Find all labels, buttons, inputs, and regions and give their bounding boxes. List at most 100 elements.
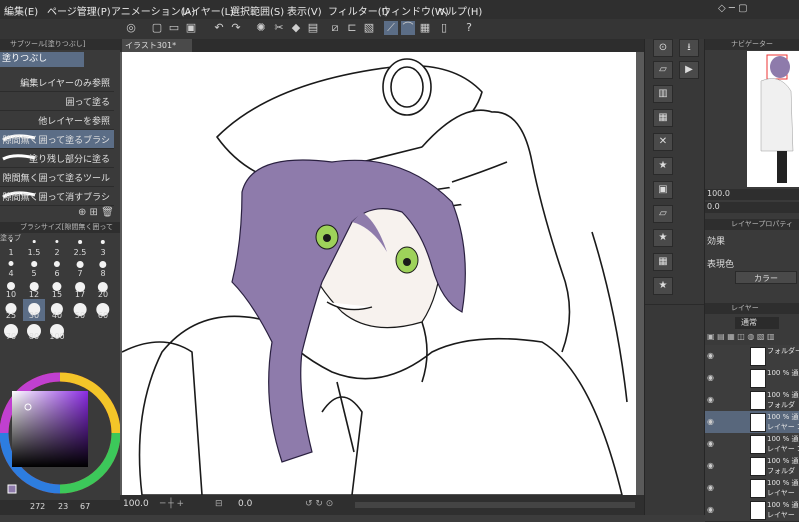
star-icon[interactable]: ★ — [653, 277, 673, 295]
close-icon[interactable]: ✕ — [653, 133, 673, 151]
snap-ruler-icon[interactable]: ⟋ — [384, 21, 398, 35]
brush-size-option[interactable]: 2.5 — [69, 236, 91, 258]
sub-tool-group-tab[interactable]: 塗りつぶし — [0, 52, 84, 67]
window-controls[interactable]: ◇ ─ ▢ — [718, 3, 748, 14]
palette-icon[interactable]: ▥ — [653, 85, 673, 103]
layer-row[interactable]: ◉ 100 % 通常 レイヤー — [705, 477, 799, 500]
navigator-preview[interactable] — [747, 51, 799, 187]
eye-icon[interactable]: ◉ — [707, 373, 716, 382]
rotation-value[interactable]: 0.0 — [238, 499, 252, 509]
help-icon[interactable]: ? — [462, 21, 476, 35]
brush-size-option[interactable]: 80 — [23, 320, 45, 342]
sub-tool-item[interactable]: 他レイヤーを参照 — [0, 111, 114, 130]
eye-icon[interactable]: ◉ — [707, 395, 716, 404]
fill-icon[interactable]: ◆ — [289, 21, 303, 35]
download-icon[interactable]: ⭳ — [679, 39, 699, 57]
brush-size-option[interactable]: 25 — [0, 299, 22, 321]
invert-selection-icon[interactable]: ▧ — [362, 21, 376, 35]
navigator-zoom[interactable]: 100.0 — [707, 189, 730, 198]
eye-icon[interactable]: ◉ — [707, 483, 716, 492]
brush-size-option[interactable]: 5 — [23, 257, 45, 279]
new-file-icon[interactable]: ▢ — [150, 21, 164, 35]
canvas-tab[interactable]: イラスト301* — [122, 39, 192, 52]
brush-size-option[interactable]: 6 — [46, 257, 68, 279]
star-icon[interactable]: ★ — [653, 157, 673, 175]
brush-size-option[interactable]: 1.5 — [23, 236, 45, 258]
menu-layer[interactable]: レイヤー(L) — [181, 3, 234, 18]
snap-special-icon[interactable]: ⌒ — [401, 21, 415, 35]
grid-icon[interactable]: ▦ — [653, 253, 673, 271]
crop-icon[interactable]: ⊏ — [345, 21, 359, 35]
color-wheel[interactable] — [0, 365, 120, 501]
brush-size-option[interactable]: 8 — [92, 257, 114, 279]
brush-size-option[interactable]: 1 — [0, 236, 22, 258]
transform-icon[interactable]: ▤ — [306, 21, 320, 35]
rotate-control[interactable]: ⊟ — [215, 499, 223, 509]
box-icon[interactable]: ▦ — [653, 109, 673, 127]
brush-size-option[interactable]: 60 — [92, 299, 114, 321]
clip-studio-icon[interactable]: ◎ — [124, 21, 138, 35]
zoom-controls[interactable]: ─ ┼ + — [160, 499, 184, 509]
layer-row[interactable]: ◉ 100 % 通常 レイヤー — [705, 499, 799, 522]
navigator-angle[interactable]: 0.0 — [707, 202, 720, 211]
film-icon[interactable]: ▶ — [679, 61, 699, 79]
save-icon[interactable]: ▣ — [184, 21, 198, 35]
menu-help[interactable]: ヘルプ(H) — [437, 3, 482, 18]
grid-icon[interactable]: ▣ — [653, 181, 673, 199]
grid-icon[interactable]: ▦ — [418, 21, 432, 35]
brush-size-option[interactable]: 100 — [46, 320, 68, 342]
menu-edit[interactable]: 編集(E) — [4, 3, 38, 18]
brush-size-option[interactable]: 12 — [23, 278, 45, 300]
cut-icon[interactable]: ✂ — [272, 21, 286, 35]
brush-size-option[interactable]: 50 — [69, 299, 91, 321]
eye-icon[interactable]: ◉ — [707, 461, 716, 470]
deselect-icon[interactable]: ⧄ — [328, 21, 342, 35]
sub-tool-item-selected[interactable]: 隙間無く囲って塗るブラシ — [0, 130, 114, 149]
eye-icon[interactable]: ◉ — [707, 351, 716, 360]
brush-size-option[interactable]: 3 — [92, 236, 114, 258]
menu-filter[interactable]: フィルター(I) — [328, 3, 389, 18]
blend-mode-select[interactable]: 通常 — [735, 317, 779, 329]
sub-tool-item[interactable]: 囲って塗る — [0, 92, 114, 111]
layer-row[interactable]: ◉ フォルダー — [705, 345, 799, 368]
layer-icon[interactable]: ▱ — [653, 205, 673, 223]
layer-row[interactable]: ◉ 100 % 通常 フォルダ — [705, 455, 799, 478]
eye-icon[interactable]: ◉ — [707, 505, 716, 514]
redo-icon[interactable]: ↷ — [229, 21, 243, 35]
search-icon[interactable]: ⊙ — [653, 39, 673, 57]
color-mode-button[interactable]: カラー — [735, 271, 797, 284]
brush-size-option[interactable]: 40 — [46, 299, 68, 321]
brush-size-option[interactable]: 30 — [23, 299, 45, 321]
sub-tool-item[interactable]: 隙間無く囲って塗るツール — [0, 168, 114, 187]
drawing-canvas[interactable] — [122, 52, 636, 495]
rotate-buttons[interactable]: ↺ ↻ ⊙ — [305, 499, 333, 509]
sub-tool-item[interactable]: 編集レイヤーのみ参照 — [0, 73, 114, 92]
zoom-value[interactable]: 100.0 — [123, 499, 149, 509]
brush-size-option[interactable]: 2 — [46, 236, 68, 258]
menu-view[interactable]: 表示(V) — [287, 3, 322, 18]
sub-tool-item[interactable]: 隙間無く囲って消すブラシ — [0, 187, 114, 206]
device-icon[interactable]: ▯ — [437, 21, 451, 35]
layer-icon[interactable]: ▱ — [653, 61, 673, 79]
brush-size-option[interactable]: 7 — [69, 257, 91, 279]
sub-tool-actions[interactable]: ⊕ ⊞ 🗑 — [78, 207, 114, 218]
brush-size-option[interactable]: 10 — [0, 278, 22, 300]
menu-page[interactable]: ページ管理(P) — [47, 3, 111, 18]
eye-icon[interactable]: ◉ — [707, 439, 716, 448]
undo-icon[interactable]: ↶ — [212, 21, 226, 35]
brush-size-option[interactable]: 70 — [0, 320, 22, 342]
brush-size-option[interactable]: 4 — [0, 257, 22, 279]
layer-row[interactable]: ◉ 100 % 通常 レイヤー 1 — [705, 433, 799, 456]
eye-icon[interactable]: ◉ — [707, 417, 716, 426]
star-icon[interactable]: ★ — [653, 229, 673, 247]
brush-size-option[interactable]: 15 — [46, 278, 68, 300]
layer-toolbar[interactable]: ▣ ▤ ▦ ◫ ◍ ▧ ▥ — [707, 332, 797, 344]
layer-row[interactable]: ◉ 100 % 通常 — [705, 367, 799, 390]
menu-selection[interactable]: 選択範囲(S) — [230, 3, 284, 18]
brush-size-option[interactable]: 17 — [69, 278, 91, 300]
layer-row[interactable]: ◉ 100 % 通常 レイヤー 1 — [705, 411, 799, 434]
brush-size-option[interactable]: 20 — [92, 278, 114, 300]
open-file-icon[interactable]: ▭ — [167, 21, 181, 35]
layer-row[interactable]: ◉ 100 % 通常 フォルダ — [705, 389, 799, 412]
sub-tool-item[interactable]: 塗り残し部分に塗る — [0, 149, 114, 168]
